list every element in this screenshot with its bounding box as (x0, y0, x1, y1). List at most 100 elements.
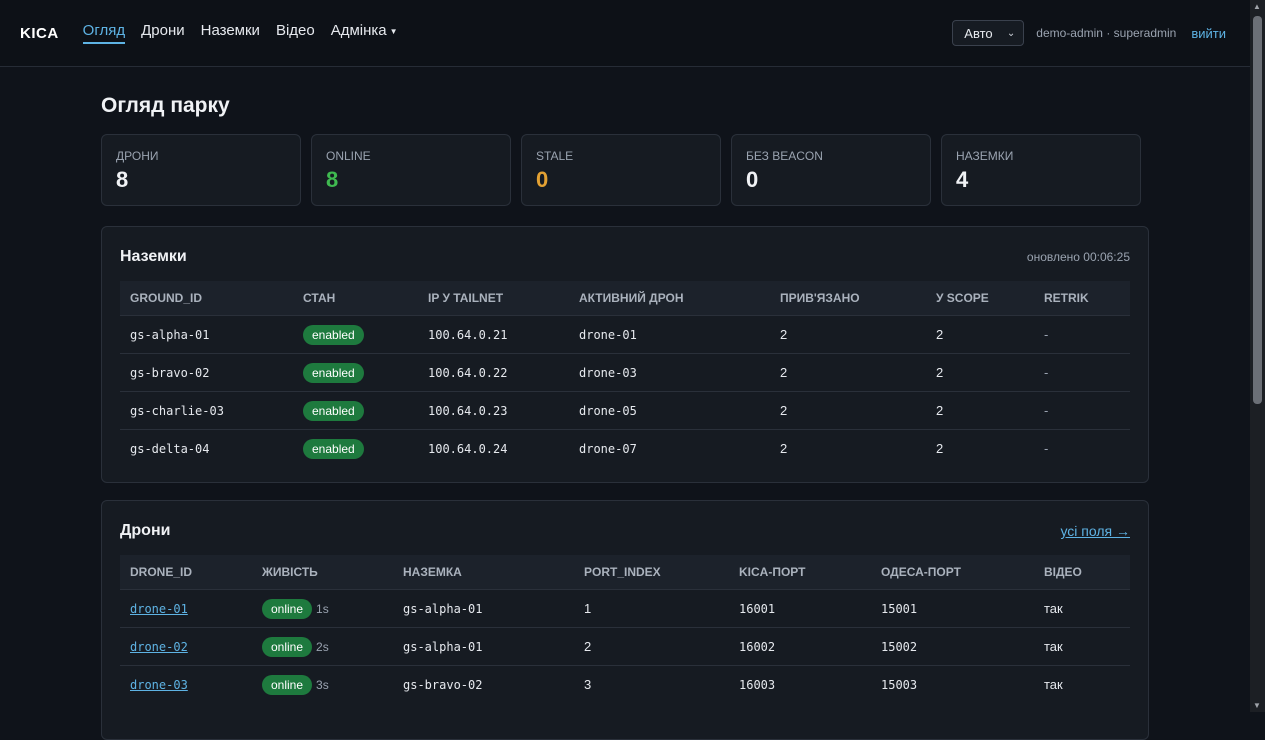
ground-name: gs-alpha-01 (393, 589, 574, 628)
current-user: demo-admin · superadmin (1036, 26, 1177, 40)
stat-card-stale: STALE 0 (521, 134, 721, 206)
chevron-down-icon: ⌄ (1006, 27, 1016, 39)
stat-value: 4 (956, 167, 969, 192)
stat-value: 8 (116, 167, 129, 192)
nav-admin-dropdown[interactable]: Адмінка ▼ (331, 22, 398, 44)
theme-select[interactable]: Авто ⌄ (952, 20, 1025, 46)
status-badge: enabled (303, 400, 364, 421)
scroll-up-icon[interactable]: ▲ (1253, 2, 1261, 11)
stat-card-no-beacon: БЕЗ BEACON 0 (731, 134, 931, 206)
port-index: 1 (574, 589, 729, 628)
status-badge: online (262, 598, 313, 619)
page-scrollbar[interactable]: ▲ ▼ (1250, 0, 1265, 712)
retrik-value: - (1034, 391, 1130, 430)
odesa-port: 15001 (871, 589, 1034, 628)
scrollbar-thumb[interactable] (1253, 16, 1262, 404)
column-header: DRONE_ID (130, 565, 193, 579)
table-header-row: GROUND_ID СТАН IP У TAILNET АКТИВНИЙ ДРО… (120, 281, 1130, 316)
column-header: СТАН (303, 291, 336, 305)
active-drone: drone-07 (569, 429, 770, 467)
stat-value: 0 (746, 167, 759, 192)
bound-count: 2 (770, 391, 926, 430)
table-row: drone-01 online 1s gs-alpha-01 1 16001 15… (120, 589, 1130, 628)
bound-count: 2 (770, 353, 926, 392)
video-flag: так (1034, 627, 1130, 666)
stat-label: ДРОНИ (116, 149, 159, 163)
stat-label: STALE (536, 149, 574, 163)
updated-timestamp: оновлено 00:06:25 (1026, 250, 1130, 264)
stat-label: НАЗЕМКИ (956, 149, 1014, 163)
table-row: gs-delta-04 enabled 100.64.0.24 drone-07… (120, 429, 1130, 467)
main-nav: Огляд Дрони Наземки Відео Адмінка ▼ (82, 22, 414, 44)
port-index: 2 (574, 627, 729, 666)
drones-panel: Дрони усі поля → DRONE_ID ЖИВІСТЬ НАЗЕМК… (101, 500, 1149, 740)
status-badge: enabled (303, 438, 364, 459)
ip-address: 100.64.0.22 (418, 353, 569, 392)
ground-name: gs-bravo-02 (393, 665, 574, 703)
top-navbar: KICA Огляд Дрони Наземки Відео Адмінка ▼ … (0, 0, 1250, 67)
last-seen: 3s (316, 677, 329, 692)
retrik-value: - (1034, 315, 1130, 354)
column-header: PORT_INDEX (584, 565, 661, 579)
column-header: GROUND_ID (130, 291, 203, 305)
nav-admin-label: Адмінка (330, 22, 387, 39)
retrik-value: - (1034, 429, 1130, 467)
last-seen: 2s (316, 639, 329, 654)
table-row: drone-02 online 2s gs-alpha-01 2 16002 15… (120, 627, 1130, 666)
scope-count: 2 (926, 353, 1034, 392)
all-fields-link[interactable]: усі поля → (1060, 523, 1130, 539)
bound-count: 2 (770, 429, 926, 467)
ground-id: gs-delta-04 (120, 429, 293, 467)
scope-count: 2 (926, 315, 1034, 354)
odesa-port: 15002 (871, 627, 1034, 666)
ip-address: 100.64.0.21 (418, 315, 569, 354)
kica-port: 16002 (729, 627, 871, 666)
bound-count: 2 (770, 315, 926, 354)
kica-port: 16001 (729, 589, 871, 628)
active-drone: drone-01 (569, 315, 770, 354)
nav-video[interactable]: Відео (276, 22, 315, 44)
main-content: Огляд парку ДРОНИ 8 ONLINE 8 STALE 0 БЕЗ… (101, 82, 1149, 740)
column-header: ОДЕСА-ПОРТ (881, 565, 961, 579)
grounds-panel: Наземки оновлено 00:06:25 GROUND_ID СТАН… (101, 226, 1149, 483)
odesa-port: 15003 (871, 665, 1034, 703)
ground-name: gs-alpha-01 (393, 627, 574, 666)
ip-address: 100.64.0.23 (418, 391, 569, 430)
nav-grounds[interactable]: Наземки (201, 22, 260, 44)
grounds-title: Наземки (120, 248, 187, 265)
column-header: ВІДЕО (1044, 565, 1082, 579)
ground-id: gs-alpha-01 (120, 315, 293, 354)
table-row: gs-alpha-01 enabled 100.64.0.21 drone-01… (120, 315, 1130, 354)
stat-label: БЕЗ BEACON (746, 149, 823, 163)
drone-link[interactable]: drone-03 (130, 678, 188, 692)
retrik-value: - (1034, 353, 1130, 392)
nav-overview[interactable]: Огляд (82, 22, 126, 44)
stat-card-online: ONLINE 8 (311, 134, 511, 206)
status-badge: enabled (303, 362, 364, 383)
drone-link[interactable]: drone-02 (130, 640, 188, 654)
active-drone: drone-05 (569, 391, 770, 430)
stat-value: 8 (326, 167, 339, 192)
logout-link[interactable]: вийти (1191, 26, 1226, 41)
column-header: KICA-ПОРТ (739, 565, 806, 579)
nav-drones[interactable]: Дрони (141, 22, 185, 44)
grounds-table: GROUND_ID СТАН IP У TAILNET АКТИВНИЙ ДРО… (120, 281, 1130, 467)
status-badge: online (262, 674, 313, 695)
column-header: ПРИВ'ЯЗАНО (780, 291, 860, 305)
scroll-down-icon[interactable]: ▼ (1253, 701, 1261, 710)
stat-cards: ДРОНИ 8 ONLINE 8 STALE 0 БЕЗ BEACON 0 НА… (101, 134, 1141, 206)
active-drone: drone-03 (569, 353, 770, 392)
last-seen: 1s (316, 601, 329, 616)
ip-address: 100.64.0.24 (418, 429, 569, 467)
brand-logo[interactable]: KICA (20, 25, 59, 42)
page-title: Огляд парку (101, 94, 230, 117)
scope-count: 2 (926, 429, 1034, 467)
column-header: У SCOPE (936, 291, 989, 305)
video-flag: так (1034, 589, 1130, 628)
kica-port: 16003 (729, 665, 871, 703)
status-badge: online (262, 636, 313, 657)
drone-link[interactable]: drone-01 (130, 602, 188, 616)
table-header-row: DRONE_ID ЖИВІСТЬ НАЗЕМКА PORT_INDEX KICA… (120, 555, 1130, 590)
stat-card-drones: ДРОНИ 8 (101, 134, 301, 206)
stat-value: 0 (536, 167, 549, 192)
